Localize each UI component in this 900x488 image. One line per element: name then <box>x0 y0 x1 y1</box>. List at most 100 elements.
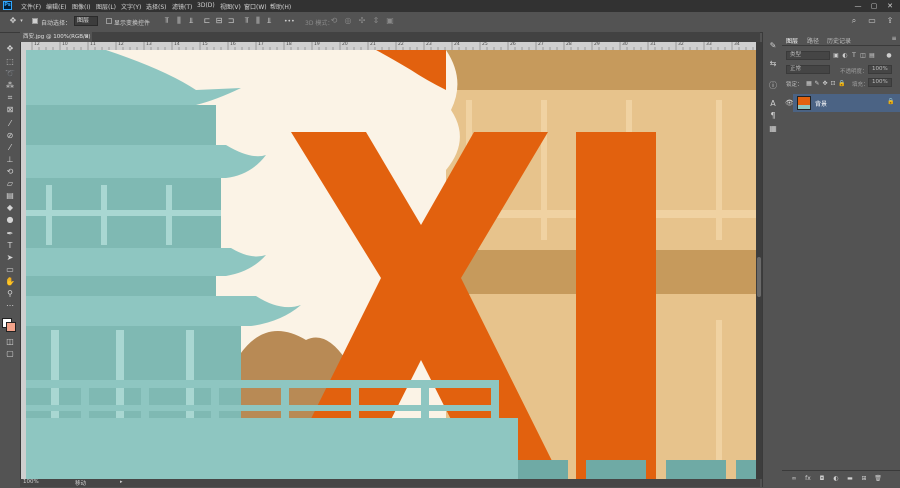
document-tab[interactable]: 西安.jpg @ 100%(RGB/8) × <box>20 32 92 42</box>
clone-stamp-tool-icon[interactable]: ⊥ <box>4 155 16 165</box>
blend-mode-dropdown[interactable]: 正常 <box>786 65 830 74</box>
chevron-down-icon[interactable]: ▾ <box>19 17 24 25</box>
move-tool-icon[interactable]: ✥ <box>4 44 16 54</box>
new-group-icon[interactable]: ▬ <box>846 475 854 483</box>
minimize-button[interactable]: — <box>852 1 864 11</box>
quick-mask-icon[interactable]: ◫ <box>4 337 16 347</box>
tab-layers[interactable]: 图层 <box>786 36 798 45</box>
menu-help[interactable]: 帮助(H) <box>270 2 291 11</box>
align-vcenter-icon[interactable]: ⫼ <box>175 17 183 25</box>
filter-type-icon[interactable]: T <box>851 52 857 60</box>
filter-smart-icon[interactable]: ▤ <box>869 52 875 60</box>
align-left-icon[interactable]: ⊏ <box>203 17 211 25</box>
status-arrow-icon[interactable]: ▸ <box>120 479 123 485</box>
distribute-bottom-icon[interactable]: ⫫ <box>265 17 273 25</box>
zoom-level[interactable]: 100% <box>23 479 39 485</box>
align-right-icon[interactable]: ⊐ <box>227 17 235 25</box>
close-button[interactable]: ✕ <box>884 1 896 11</box>
info-icon[interactable]: ⓘ <box>769 82 777 90</box>
document-canvas[interactable]: XI <box>26 50 756 479</box>
layer-filter-search[interactable]: 类型 <box>786 51 830 60</box>
history-brush-tool-icon[interactable]: ⟲ <box>4 167 16 177</box>
eyedropper-tool-icon[interactable]: ⁄ <box>4 119 16 129</box>
edit-toolbar-icon[interactable]: ⋯ <box>4 301 16 311</box>
fill-field[interactable]: 100% <box>868 78 892 87</box>
lasso-tool-icon[interactable]: ➰ <box>4 69 16 79</box>
lock-image-icon[interactable]: ✎ <box>814 80 820 88</box>
workspace-icon[interactable]: ▭ <box>868 17 876 25</box>
auto-select-checkbox[interactable] <box>32 18 38 24</box>
filter-shape-icon[interactable]: ◫ <box>860 52 866 60</box>
filter-adjust-icon[interactable]: ◐ <box>842 52 848 60</box>
adjustments-icon[interactable]: ⇆ <box>769 60 777 68</box>
marquee-tool-icon[interactable]: ⬚ <box>4 57 16 67</box>
type-tool-icon[interactable]: T <box>4 241 16 251</box>
eraser-tool-icon[interactable]: ▱ <box>4 179 16 189</box>
zoom-tool-icon[interactable]: ⚲ <box>4 289 16 299</box>
tab-history[interactable]: 历史记录 <box>827 36 851 45</box>
frame-tool-icon[interactable]: ⊠ <box>4 105 16 115</box>
align-top-icon[interactable]: ⫪ <box>163 17 171 25</box>
align-hcenter-icon[interactable]: ⊟ <box>215 17 223 25</box>
delete-layer-icon[interactable]: 🗑 <box>874 475 882 483</box>
close-tab-icon[interactable]: × <box>84 32 89 42</box>
menu-view[interactable]: 视图(V) <box>220 2 241 11</box>
3d-pan-icon[interactable]: ✣ <box>358 17 366 25</box>
new-layer-icon[interactable]: ⊞ <box>860 475 868 483</box>
opacity-field[interactable]: 100% <box>868 65 892 74</box>
move-tool-icon[interactable]: ✥ <box>8 17 18 25</box>
lock-artboard-icon[interactable]: ⊡ <box>830 80 836 88</box>
more-options-button[interactable]: ••• <box>284 18 295 25</box>
character-icon[interactable]: A <box>769 100 777 108</box>
panel-menu-icon[interactable]: ≡ <box>890 35 898 43</box>
3d-scale-icon[interactable]: ▣ <box>386 17 394 25</box>
crop-tool-icon[interactable]: ⌗ <box>4 93 16 103</box>
align-bottom-icon[interactable]: ⫫ <box>187 17 195 25</box>
fx-icon[interactable]: fx <box>804 475 812 483</box>
search-icon[interactable]: ⌕ <box>850 17 858 25</box>
scrollbar-thumb[interactable] <box>757 257 761 297</box>
add-mask-icon[interactable]: ◘ <box>818 475 826 483</box>
filter-toggle-icon[interactable]: ● <box>886 52 892 60</box>
glyphs-icon[interactable]: ▦ <box>769 125 777 133</box>
filter-pixel-icon[interactable]: ▣ <box>833 52 839 60</box>
tab-paths[interactable]: 路径 <box>807 36 819 45</box>
menu-filter[interactable]: 滤镜(T) <box>172 2 192 11</box>
3d-slide-icon[interactable]: ⇕ <box>372 17 380 25</box>
brush-tool-icon[interactable]: ⁄ <box>4 143 16 153</box>
link-layers-icon[interactable]: ∞ <box>790 475 798 483</box>
maximize-button[interactable]: ▢ <box>868 1 880 11</box>
lock-pixels-icon[interactable]: ▦ <box>806 80 812 88</box>
brush-settings-icon[interactable]: ✎ <box>769 42 777 50</box>
path-selection-tool-icon[interactable]: ➤ <box>4 253 16 263</box>
menu-file[interactable]: 文件(F) <box>21 2 41 11</box>
blur-tool-icon[interactable]: ◆ <box>4 203 16 213</box>
hand-tool-icon[interactable]: ✋ <box>4 277 16 287</box>
dodge-tool-icon[interactable]: ● <box>4 215 16 225</box>
visibility-eye-icon[interactable]: 👁 <box>785 99 794 107</box>
distribute-vcenter-icon[interactable]: ⫼ <box>254 17 262 25</box>
menu-3d[interactable]: 3D(D) <box>197 2 215 9</box>
layer-name[interactable]: 背景 <box>815 99 827 108</box>
menu-edit[interactable]: 编辑(E) <box>46 2 66 11</box>
lock-position-icon[interactable]: ✥ <box>822 80 828 88</box>
magic-wand-tool-icon[interactable]: ⁂ <box>4 81 16 91</box>
menu-window[interactable]: 窗口(W) <box>244 2 267 11</box>
pen-tool-icon[interactable]: ✒ <box>4 229 16 239</box>
adjustment-layer-icon[interactable]: ◐ <box>832 475 840 483</box>
menu-type[interactable]: 文字(Y) <box>121 2 141 11</box>
distribute-top-icon[interactable]: ⫪ <box>243 17 251 25</box>
background-color-swatch[interactable] <box>6 322 16 332</box>
menu-select[interactable]: 选择(S) <box>146 2 167 11</box>
lock-all-icon[interactable]: 🔒 <box>838 80 845 88</box>
gradient-tool-icon[interactable]: ▤ <box>4 191 16 201</box>
healing-brush-tool-icon[interactable]: ⊘ <box>4 131 16 141</box>
screen-mode-icon[interactable]: ▢ <box>4 349 16 359</box>
auto-select-target-dropdown[interactable]: 图层 <box>74 16 98 26</box>
3d-orbit-icon[interactable]: ⟲ <box>330 17 338 25</box>
3d-roll-icon[interactable]: ◎ <box>344 17 352 25</box>
paragraph-icon[interactable]: ¶ <box>769 112 777 120</box>
share-icon[interactable]: ⇪ <box>886 17 894 25</box>
menu-image[interactable]: 图像(I) <box>72 2 90 11</box>
menu-layer[interactable]: 图层(L) <box>96 2 116 11</box>
